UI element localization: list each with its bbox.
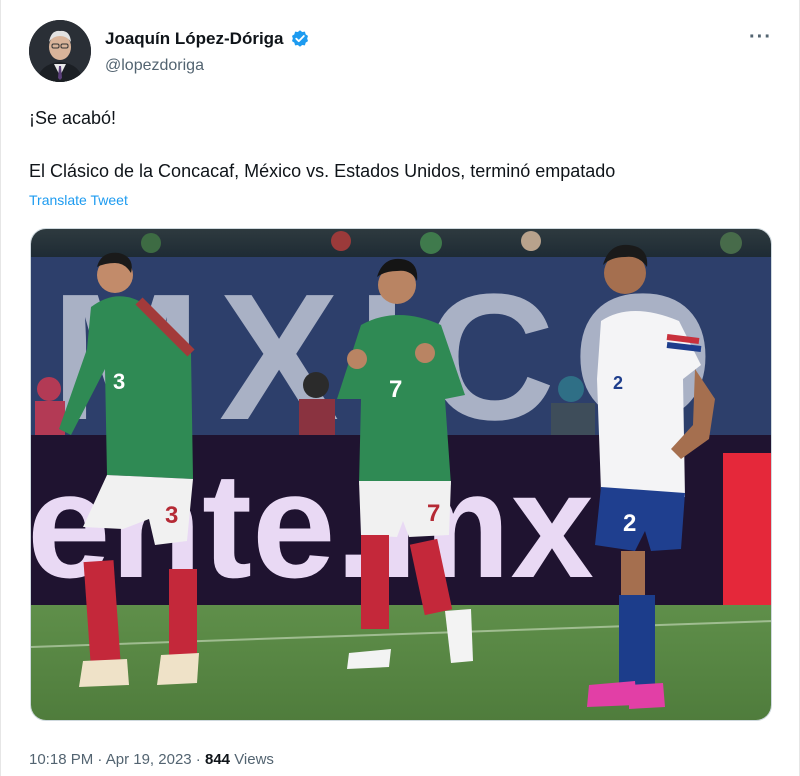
tweet-meta: 10:18 PM · Apr 19, 2023 · 844 Views bbox=[29, 751, 274, 768]
jersey-number-3: 3 bbox=[113, 369, 125, 394]
meta-separator: · bbox=[93, 751, 106, 768]
shorts-number-7: 7 bbox=[427, 500, 440, 527]
tweet-card: Joaquín López-Dóriga @lopezdoriga ··· ¡S… bbox=[0, 0, 800, 776]
translate-tweet-link[interactable]: Translate Tweet bbox=[29, 192, 128, 208]
tweet-media-photo[interactable]: MXICO ente.mx 3 3 bbox=[30, 228, 772, 721]
jersey-number-7: 7 bbox=[389, 376, 402, 403]
jersey-number-2: 2 bbox=[613, 373, 623, 393]
match-photo: MXICO ente.mx 3 3 bbox=[31, 229, 771, 720]
views-count: 844 bbox=[204, 751, 231, 768]
avatar[interactable] bbox=[29, 20, 91, 82]
author-name-row[interactable]: Joaquín López-Dóriga bbox=[105, 29, 310, 49]
meta-separator-2: · bbox=[191, 751, 205, 768]
verified-badge-icon bbox=[291, 30, 308, 47]
shorts-number-3: 3 bbox=[165, 502, 178, 529]
shorts-number-2: 2 bbox=[623, 510, 636, 537]
author-name[interactable]: Joaquín López-Dóriga bbox=[105, 29, 284, 49]
more-options-icon[interactable]: ··· bbox=[749, 26, 772, 49]
author-handle[interactable]: @lopezdoriga bbox=[105, 57, 204, 75]
tweet-text-line-1: ¡Se acabó! bbox=[29, 108, 117, 128]
tweet-date[interactable]: Apr 19, 2023 bbox=[106, 751, 192, 768]
tweet-text-line-2: El Clásico de la Concacaf, México vs. Es… bbox=[29, 161, 616, 181]
tweet-time[interactable]: 10:18 PM bbox=[29, 751, 93, 768]
views-label: Views bbox=[234, 751, 274, 768]
